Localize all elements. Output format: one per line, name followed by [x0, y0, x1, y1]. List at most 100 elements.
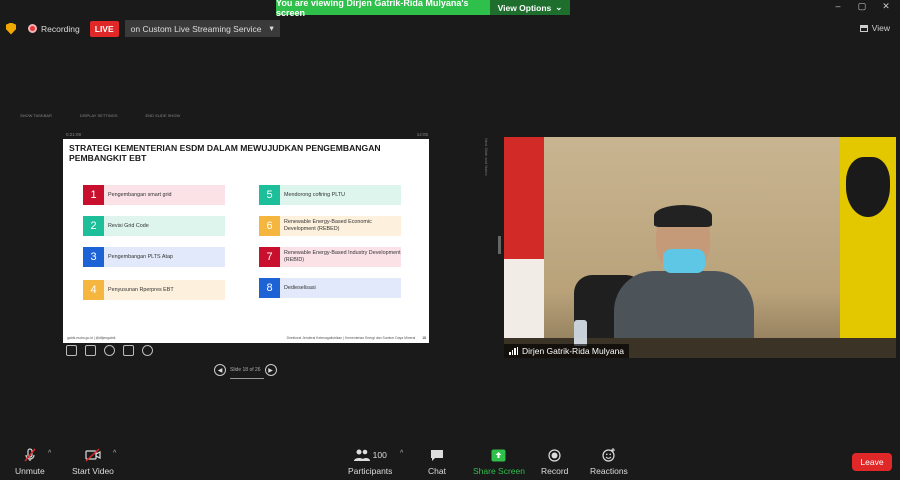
participants-label: Participants [348, 466, 393, 476]
subtitles-icon[interactable] [123, 345, 134, 356]
slide-page-number: 18 [422, 336, 426, 340]
chat-button[interactable]: Chat [428, 448, 446, 476]
view-options-label: View Options [497, 2, 552, 13]
share-screen-icon [491, 448, 506, 462]
end-slide-show-item: END SLIDE SHOW [145, 113, 181, 118]
slide-item-3: 3 Pengembangan PLTS Atap [83, 247, 225, 267]
slide-progress-bar [230, 378, 264, 379]
slide-item-text: Penyusunan Rperpres EBT [104, 280, 225, 300]
emblem-banner [840, 137, 896, 358]
slide-title: STRATEGI KEMENTERIAN ESDM DALAM MEWUJUDK… [69, 143, 381, 163]
slide-counter: Slide 18 of 26 [230, 367, 261, 373]
record-label: Record [541, 466, 569, 476]
close-icon[interactable]: ✕ [880, 1, 892, 12]
view-options-button[interactable]: View Options ⌄ [490, 0, 570, 15]
participants-button[interactable]: 100 Participants [348, 448, 392, 476]
participants-options-caret-icon[interactable]: ^ [400, 450, 403, 457]
unmute-label: Unmute [15, 466, 45, 476]
participants-icon: 100 [353, 448, 387, 462]
show-taskbar-item: SHOW TASKBAR [20, 113, 52, 118]
view-label: View [871, 23, 890, 33]
slide-navigation: ◀ Slide 18 of 26 ▶ [214, 364, 277, 379]
emblem-icon [846, 157, 890, 217]
slide-item-text: Mendorong cofiring PLTU [280, 185, 401, 205]
slide-item-1: 1 Pengembangan smart grid [83, 185, 225, 205]
slide-item-number: 4 [83, 280, 104, 300]
maximize-icon[interactable]: ▢ [856, 1, 868, 12]
slide-item-4: 4 Penyusunan Rperpres EBT [83, 280, 225, 300]
live-service-dropdown[interactable]: on Custom Live Streaming Service ▾ [124, 20, 280, 37]
slide-footer-org-text: Direktorat Jenderal Ketenagalistrikan | … [286, 336, 416, 340]
slide-item-number: 5 [259, 185, 280, 205]
reactions-smiley-icon [602, 448, 616, 462]
annotation-tools [66, 345, 153, 356]
slide-item-7: 7 Renewable Energy-Based Industry Develo… [259, 247, 401, 267]
start-video-label: Start Video [72, 466, 114, 476]
presenter-toolbar: SHOW TASKBAR DISPLAY SETTINGS END SLIDE … [20, 113, 180, 118]
slide-item-text: Pengembangan PLTS Atap [104, 247, 225, 267]
reactions-label: Reactions [590, 466, 628, 476]
recording-indicator[interactable]: Recording [28, 24, 80, 34]
presenter-clock: 14:05 [416, 132, 428, 137]
pen-icon[interactable] [66, 345, 77, 356]
splitter-handle [498, 236, 501, 254]
audio-options-caret-icon[interactable]: ^ [48, 450, 51, 457]
reactions-button[interactable]: Reactions [590, 448, 628, 476]
next-slide-label: Next Slide and Notes [484, 138, 489, 176]
participants-count: 100 [372, 450, 387, 460]
magnifier-icon[interactable] [104, 345, 115, 356]
record-button[interactable]: Record [541, 448, 568, 476]
record-icon [548, 448, 561, 462]
participant-video-tile[interactable]: Dirjen Gatrik-Rida Mulyana [504, 137, 896, 358]
video-off-icon [85, 448, 101, 462]
display-settings-item: DISPLAY SETTINGS [79, 113, 118, 118]
slide-item-number: 6 [259, 216, 280, 236]
recording-label: Recording [41, 23, 80, 34]
elapsed-time: 0:21:09 [66, 132, 82, 137]
chat-icon [430, 448, 444, 462]
slide-item-5: 5 Mendorong cofiring PLTU [259, 185, 401, 205]
stamp-icon[interactable] [85, 345, 96, 356]
video-options-caret-icon[interactable]: ^ [113, 450, 116, 457]
signal-strength-icon [509, 347, 518, 355]
slide-item-6: 6 Renewable Energy-Based Economic Develo… [259, 216, 401, 236]
leave-button[interactable]: Leave [852, 453, 892, 471]
live-service-label: on Custom Live Streaming Service [130, 23, 262, 34]
next-slide-button[interactable]: ▶ [264, 364, 277, 376]
window-controls: – ▢ ✕ [832, 1, 892, 12]
slide-footer-social: gatrik.esdm.go.id | @ditjengatrik [67, 336, 116, 340]
slide-item-8: 8 Dedieselisasi [259, 278, 401, 298]
slide-item-number: 7 [259, 247, 280, 267]
view-layout-icon [859, 24, 868, 32]
water-bottle-image [574, 320, 587, 346]
minimize-icon[interactable]: – [832, 1, 844, 12]
slide-item-number: 1 [83, 185, 104, 205]
slide-footer-org: Direktorat Jenderal Ketenagalistrikan | … [287, 336, 426, 340]
live-badge: LIVE [89, 20, 119, 37]
muted-microphone-icon [23, 448, 37, 462]
view-button[interactable]: View [859, 23, 890, 33]
unmute-button[interactable]: Unmute [15, 448, 45, 476]
chevron-down-icon: ▾ [269, 23, 274, 33]
meeting-toolbar: Unmute ^ Start Video ^ 100 Participants … [0, 440, 900, 480]
slide-item-text: Renewable Energy-Based Economic Developm… [280, 216, 401, 236]
security-shield-icon[interactable] [6, 22, 16, 35]
presenter-timer-row: 0:21:09 14:05 [66, 132, 428, 137]
participant-name: Dirjen Gatrik-Rida Mulyana [522, 346, 625, 356]
slide-item-text: Pengembangan smart grid [104, 185, 225, 205]
slide-item-number: 2 [83, 216, 104, 236]
share-screen-button[interactable]: Share Screen [473, 448, 525, 476]
slide-item-text: Revisi Grid Code [104, 216, 225, 236]
chat-label: Chat [428, 466, 446, 476]
presentation-slide: STRATEGI KEMENTERIAN ESDM DALAM MEWUJUDK… [63, 139, 429, 343]
participant-figure [614, 205, 764, 358]
previous-slide-button[interactable]: ◀ [214, 364, 226, 376]
more-icon[interactable] [142, 345, 153, 356]
chevron-down-icon: ⌄ [555, 2, 563, 12]
recording-bar: Recording LIVE on Custom Live Streaming … [6, 20, 280, 37]
slide-item-2: 2 Revisi Grid Code [83, 216, 225, 236]
start-video-button[interactable]: Start Video [72, 448, 114, 476]
screen-share-banner: You are viewing Dirjen Gatrik-Rida Mulya… [276, 0, 570, 18]
slide-item-text: Renewable Energy-Based Industry Developm… [280, 247, 401, 267]
flag-image [504, 137, 544, 358]
